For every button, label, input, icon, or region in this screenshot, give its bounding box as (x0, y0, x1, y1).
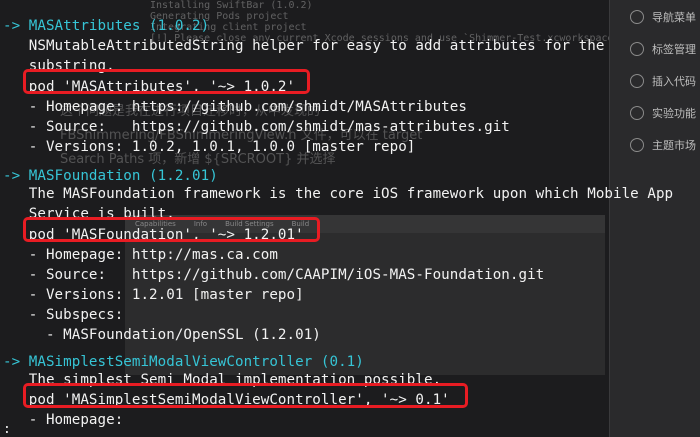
pod-name-line: -> MASAttributes (1.0.2) (3, 18, 210, 34)
terminal-line: - Source: https://github.com/shmidt/mas-… (3, 119, 510, 135)
terminal-line: The MASFoundation framework is the core … (3, 186, 674, 202)
terminal-line: - MASFoundation/OpenSSL (1.2.01) (3, 327, 321, 343)
highlight-box-semimodal (23, 383, 468, 408)
highlight-box-masfoundation (23, 217, 320, 242)
terminal-line: - Versions: 1.2.01 [master repo] (3, 287, 304, 303)
terminal-prompt[interactable]: : (3, 423, 11, 436)
terminal-line: - Versions: 1.0.2, 1.0.1, 1.0.0 [master … (3, 139, 416, 155)
terminal-line: - Subspecs: (3, 307, 124, 323)
pod-name-line: -> MASimplestSemiModalViewController (0.… (3, 354, 364, 370)
terminal-line: - Homepage: https://github.com/shmidt/MA… (3, 99, 467, 115)
pod-name-line: -> MASFoundation (1.2.01) (3, 168, 218, 184)
terminal-line: NSMutableAttributedString helper for eas… (3, 38, 605, 54)
terminal-line: - Source: https://github.com/CAAPIM/iOS-… (3, 267, 545, 283)
terminal-line: - Homepage: http://mas.ca.com (3, 247, 278, 263)
highlight-box-masattributes (23, 69, 310, 94)
terminal-line: - Homepage: (3, 412, 124, 428)
